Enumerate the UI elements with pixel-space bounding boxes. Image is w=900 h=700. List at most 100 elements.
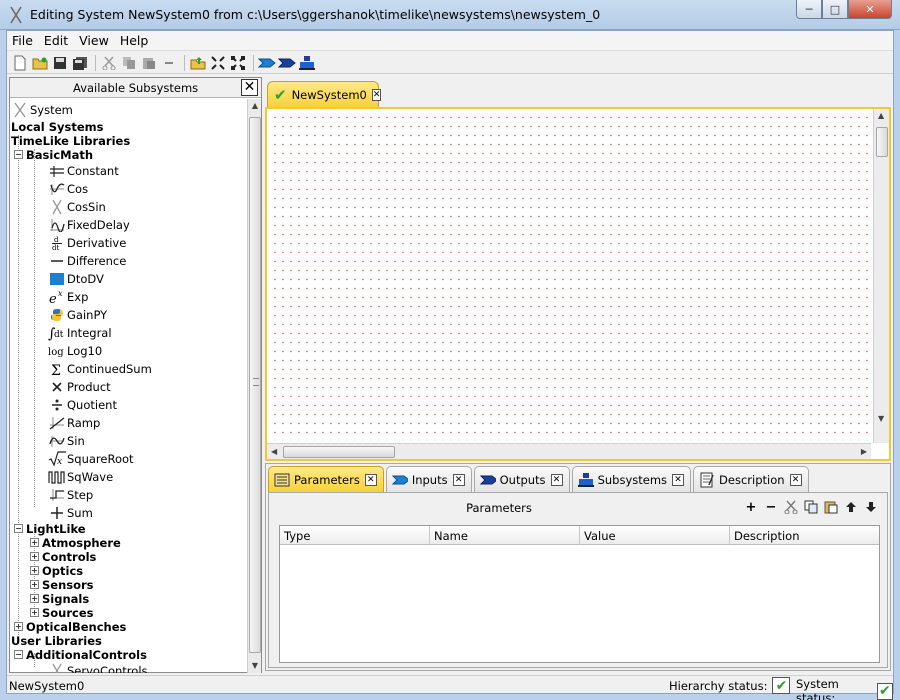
subsystem-icon [577, 472, 594, 487]
remove-parameter-icon[interactable]: − [763, 499, 779, 515]
tree-node-system[interactable]: System [11, 101, 73, 118]
save-all-icon[interactable] [71, 54, 89, 72]
tree-node-basicmath[interactable]: − BasicMath [14, 146, 93, 163]
close-tab-button[interactable]: ✕ [789, 473, 802, 486]
expand-icon[interactable] [229, 54, 247, 72]
system-status-label: System status: [796, 677, 839, 700]
tree-item-fixeddelay[interactable]: FixedDelay [48, 216, 130, 233]
expand-toggle-icon[interactable]: + [14, 622, 23, 631]
column-header-name[interactable]: Name [430, 526, 580, 545]
tab-parameters[interactable]: Parameters ✕ [268, 466, 384, 492]
expand-toggle-icon[interactable]: + [30, 552, 39, 561]
tree-item-servocontrols[interactable]: ServoControls [48, 662, 148, 673]
svg-text:dt: dt [54, 330, 64, 340]
minimize-button[interactable]: ─ [796, 0, 822, 19]
scroll-right-icon[interactable]: ▶ [861, 447, 867, 456]
close-window-button[interactable]: ✕ [848, 0, 892, 19]
tree-item-ramp[interactable]: Ramp [48, 414, 100, 431]
add-output-icon[interactable] [278, 54, 296, 72]
tree-item-derivative[interactable]: d dt Derivative [48, 234, 126, 251]
column-header-value[interactable]: Value [580, 526, 730, 545]
canvas-horizontal-scrollbar[interactable]: ◀ ▶ [267, 443, 871, 459]
collapse-icon[interactable] [209, 54, 227, 72]
tab-label: Outputs [499, 472, 546, 487]
save-icon[interactable] [51, 54, 69, 72]
tree-item-continuedsum[interactable]: Σ ContinuedSum [48, 360, 152, 377]
diagram-canvas[interactable] [269, 111, 869, 441]
menu-help[interactable]: Help [115, 31, 155, 50]
tree-item-difference[interactable]: Difference [48, 252, 126, 269]
tree-item-sin[interactable]: Sin [48, 432, 85, 449]
cut-icon[interactable] [100, 54, 118, 72]
move-up-icon[interactable] [843, 499, 859, 515]
scroll-thumb[interactable] [876, 127, 888, 157]
collapse-toggle-icon[interactable]: − [14, 650, 23, 659]
scroll-left-icon[interactable]: ◀ [271, 447, 277, 456]
tree-item-product[interactable]: Product [48, 378, 111, 395]
paste-icon[interactable] [140, 54, 158, 72]
menu-edit[interactable]: Edit [39, 31, 74, 50]
expand-toggle-icon[interactable]: + [30, 538, 39, 547]
expand-toggle-icon[interactable]: + [30, 580, 39, 589]
close-panel-button[interactable]: ✕ [241, 79, 258, 96]
cut-icon[interactable] [783, 499, 799, 515]
menu-bar: File Edit View Help [7, 31, 893, 51]
expand-toggle-icon[interactable]: + [30, 566, 39, 575]
tree-item-cossin[interactable]: CosSin [48, 198, 106, 215]
remove-icon[interactable] [160, 54, 178, 72]
tab-subsystems[interactable]: Subsystems ✕ [571, 466, 692, 492]
up-level-icon[interactable] [189, 54, 207, 72]
tab-outputs[interactable]: Outputs ✕ [473, 466, 570, 492]
copy-icon[interactable] [120, 54, 138, 72]
tree-item-sqwave[interactable]: SqWave [48, 468, 113, 485]
expand-toggle-icon[interactable]: + [30, 594, 39, 603]
canvas-vertical-scrollbar[interactable]: ▲ ▼ [873, 109, 889, 443]
dtodv-icon [48, 271, 66, 287]
tree-item-quotient[interactable]: Quotient [48, 396, 117, 413]
tree-item-label: Sum [67, 505, 93, 520]
open-folder-icon[interactable] [31, 54, 49, 72]
close-tab-button[interactable]: ✕ [371, 88, 382, 101]
tree-item-dtodv[interactable]: DtoDV [48, 270, 104, 287]
close-tab-button[interactable]: ✕ [672, 473, 685, 486]
close-tab-button[interactable]: ✕ [550, 473, 563, 486]
tree-item-cos[interactable]: Cos [48, 180, 88, 197]
maximize-button[interactable]: □ [822, 0, 848, 19]
tree-scrollbar[interactable]: ▲ ▼ [247, 99, 261, 673]
add-parameter-icon[interactable]: + [743, 499, 759, 515]
tab-inputs[interactable]: Inputs ✕ [385, 466, 472, 492]
tree-item-integral[interactable]: ∫ dt Integral [48, 324, 112, 341]
tree-item-exp[interactable]: ex Exp [48, 288, 88, 305]
tree-item-log10[interactable]: log Log10 [48, 342, 102, 359]
tree-item-squareroot[interactable]: x SquareRoot [48, 450, 134, 467]
tree-item-sum[interactable]: Sum [48, 504, 93, 521]
tree-item-step[interactable]: Step [48, 486, 93, 503]
tree-item-label: Ramp [67, 415, 101, 430]
move-down-icon[interactable] [863, 499, 879, 515]
scroll-up-icon[interactable]: ▲ [878, 111, 884, 120]
tree-node-additionalcontrols[interactable]: − AdditionalControls [14, 646, 147, 663]
new-file-icon[interactable] [11, 54, 29, 72]
tab-newsystem0[interactable]: ✔ NewSystem0 ✕ [267, 81, 382, 107]
scroll-down-icon[interactable]: ▼ [878, 414, 884, 423]
scroll-up-icon[interactable]: ▲ [248, 99, 262, 113]
menu-file[interactable]: File [7, 31, 39, 50]
column-header-type[interactable]: Type [280, 526, 430, 545]
collapse-toggle-icon[interactable]: − [14, 150, 23, 159]
expand-toggle-icon[interactable]: + [30, 608, 39, 617]
scroll-thumb[interactable] [283, 446, 395, 458]
tab-description[interactable]: Description ✕ [693, 466, 809, 492]
close-tab-button[interactable]: ✕ [452, 473, 465, 486]
copy-icon[interactable] [803, 499, 819, 515]
paste-icon[interactable] [823, 499, 839, 515]
column-header-description[interactable]: Description [730, 526, 879, 545]
menu-view[interactable]: View [74, 31, 115, 50]
close-tab-button[interactable]: ✕ [364, 473, 377, 486]
add-input-icon[interactable] [258, 54, 276, 72]
tree-item-gainpy[interactable]: GainPY [48, 306, 107, 323]
add-subsystem-icon[interactable] [298, 54, 316, 72]
tree-item-constant[interactable]: Constant [48, 162, 119, 179]
scroll-down-icon[interactable]: ▼ [248, 659, 262, 673]
scroll-thumb[interactable] [249, 117, 261, 653]
collapse-toggle-icon[interactable]: − [14, 524, 23, 533]
